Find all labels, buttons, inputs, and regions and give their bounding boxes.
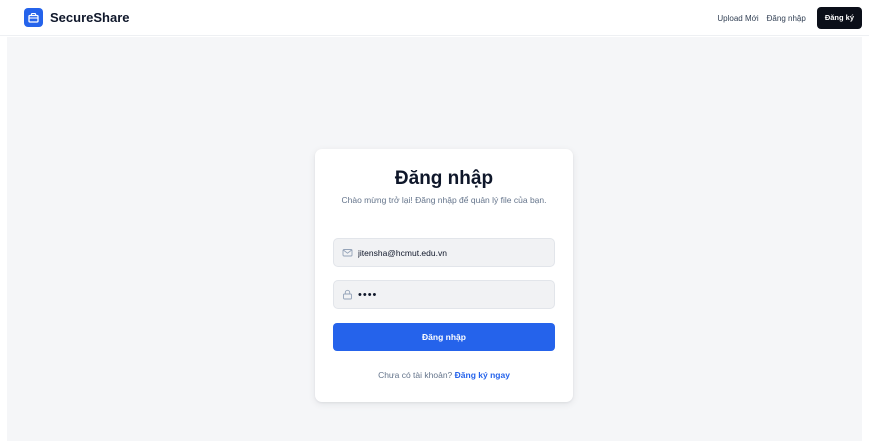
nav-login-link[interactable]: Đăng nhập — [767, 14, 806, 23]
nav-links: Upload Mới Đăng nhập Đăng ký — [717, 7, 862, 29]
logo-icon — [24, 8, 43, 27]
signup-prompt: Chưa có tài khoản? Đăng ký ngay — [315, 370, 573, 380]
nav-upload-link[interactable]: Upload Mới — [717, 14, 758, 23]
password-field[interactable] — [333, 280, 555, 309]
brand-name: SecureShare — [50, 10, 130, 25]
login-submit-button[interactable]: Đăng nhập — [333, 323, 555, 351]
email-field[interactable] — [333, 238, 555, 267]
login-card: Đăng nhập Chào mừng trở lại! Đăng nhập đ… — [315, 149, 573, 402]
signup-now-link[interactable]: Đăng ký ngay — [455, 370, 510, 380]
lock-icon — [342, 289, 353, 300]
email-input[interactable] — [358, 247, 548, 258]
mail-icon — [342, 247, 353, 258]
signup-button[interactable]: Đăng ký — [816, 7, 862, 29]
signup-prompt-text: Chưa có tài khoản? — [378, 370, 453, 380]
login-subtitle: Chào mừng trở lại! Đăng nhập để quản lý … — [341, 195, 547, 205]
login-title: Đăng nhập — [394, 168, 494, 189]
brand[interactable]: SecureShare — [24, 8, 130, 27]
password-input[interactable] — [358, 288, 548, 301]
top-navbar: SecureShare Upload Mới Đăng nhập Đăng ký — [0, 0, 869, 36]
